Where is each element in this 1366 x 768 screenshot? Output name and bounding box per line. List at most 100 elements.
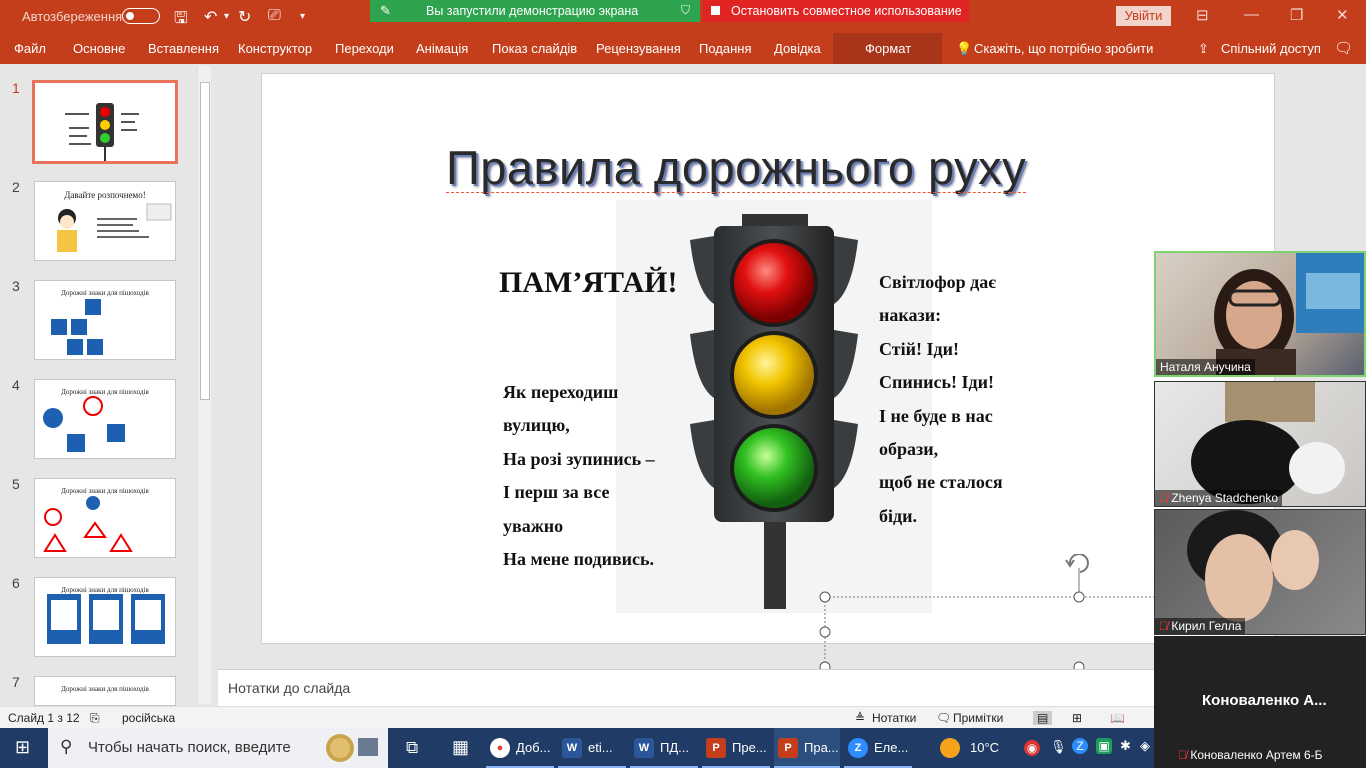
stop-sharing-button[interactable]: Остановить совместное использование — [703, 0, 969, 22]
taskbar-app-powerpoint-2[interactable]: P Пра... — [774, 728, 840, 768]
tray-app-2-icon[interactable]: ◈ — [1140, 738, 1150, 754]
participant-face-image — [1191, 382, 1345, 504]
poem-line: На мене подивись. — [503, 549, 655, 570]
taskbar-app-chrome[interactable]: ● Доб... — [486, 728, 554, 768]
taskbar-app-word-1[interactable]: W eti... — [558, 728, 626, 768]
tab-format[interactable]: Формат — [865, 41, 911, 56]
poem-line: щоб не сталося — [879, 472, 1003, 493]
normal-view-icon[interactable]: ▤ — [1033, 711, 1053, 725]
save-icon[interactable]: 🖫 — [174, 7, 188, 34]
microphone-icon[interactable]: 🎙 — [1050, 739, 1067, 755]
poem-left[interactable]: Як переходиш вулицю, На розі зупинись – … — [503, 376, 655, 576]
poem-right[interactable]: Світлофор дає накази: Стій! Іди! Спинись… — [879, 266, 1003, 533]
lightbulb-icon: 💡 — [956, 41, 973, 56]
notes-toggle[interactable]: Нотатки — [872, 711, 916, 725]
remember-heading[interactable]: ПАМ’ЯТАЙ! — [499, 266, 677, 300]
tab-animations[interactable]: Анімація — [416, 41, 468, 56]
thumb-number: 7 — [12, 674, 20, 690]
weather-icon — [940, 738, 960, 758]
thumb-number: 3 — [12, 278, 20, 294]
participant-video[interactable]: 🎙̸ Кирил Гелла — [1154, 509, 1366, 635]
slide-title[interactable]: Правила дорожнього руху — [446, 140, 1027, 195]
present-from-start-icon[interactable]: ⎚ — [268, 7, 281, 25]
comments-toggle[interactable]: Примітки — [953, 711, 1003, 725]
tab-file[interactable]: Файл — [14, 41, 46, 56]
search-placeholder: Чтобы начать поиск, введите — [88, 739, 291, 756]
participant-full-name: 🎙̸ Коноваленко Артем 6-Б — [1178, 748, 1323, 762]
taskbar-app-zoom[interactable]: Z Еле... — [844, 728, 912, 768]
traffic-light-image[interactable] — [686, 212, 862, 610]
comments-icon[interactable]: 🗨 — [1334, 39, 1353, 57]
participant-name: Наталя Анучина — [1156, 359, 1255, 375]
thumbnail-slide-2[interactable]: Давайте розпочнемо! — [34, 181, 176, 261]
slide-thumbnails-pane: 1 2 Давайте розпочнемо! 3 Дорожні знаки … — [0, 64, 212, 706]
thumbnail-slide-3[interactable]: Дорожні знаки для пішоходів — [34, 280, 176, 360]
redo-icon[interactable]: ↻ — [238, 7, 251, 27]
participant-video-off[interactable]: Коноваленко А... 🎙̸ Коноваленко Артем 6-… — [1154, 636, 1366, 768]
participant-video[interactable]: Наталя Анучина — [1154, 251, 1366, 377]
temperature[interactable]: 10°C — [970, 740, 999, 755]
notification-badge-icon[interactable]: ◉ — [1024, 740, 1040, 756]
screen-share-status: ✎ Вы запустили демонстрацию экрана ⛉ — [370, 0, 700, 22]
maximize-icon[interactable]: ❐ — [1290, 6, 1303, 24]
autosave-label: Автозбереження — [22, 9, 123, 24]
signin-button[interactable]: Увійти — [1116, 6, 1171, 26]
powerpoint-icon: P — [778, 738, 798, 758]
bluetooth-icon[interactable]: ✱ — [1120, 738, 1131, 754]
word-icon: W — [562, 738, 582, 758]
thumbnail-slide-4[interactable]: Дорожні знаки для пішоходів — [34, 379, 176, 459]
tab-insert[interactable]: Вставлення — [148, 41, 219, 56]
spellcheck-icon[interactable]: ⎘ — [90, 711, 100, 726]
tab-home[interactable]: Основне — [73, 41, 125, 56]
share-icon: ⇪ — [1198, 41, 1209, 56]
thumbnail-slide-6[interactable]: Дорожні знаки для пішоходів — [34, 577, 176, 657]
zoom-tray-icon[interactable]: Z — [1072, 738, 1088, 754]
stop-icon — [711, 6, 720, 15]
slide-counter: Слайд 1 з 12 — [8, 711, 80, 725]
taskbar-app-powerpoint-1[interactable]: P Пре... — [702, 728, 770, 768]
chrome-icon: ● — [490, 738, 510, 758]
poem-line: Стій! Іди! — [879, 338, 959, 359]
undo-icon[interactable]: ↶ — [204, 7, 217, 27]
customize-toolbar-icon[interactable]: ▾ — [300, 11, 305, 22]
language-indicator[interactable]: російська — [122, 711, 175, 725]
news-widget-icon — [326, 734, 378, 762]
thumbnails-scrollbar[interactable] — [197, 66, 211, 704]
thumbnail-slide-5[interactable]: Дорожні знаки для пішоходів — [34, 478, 176, 558]
share-button[interactable]: Спільний доступ — [1221, 41, 1321, 56]
undo-dropdown-icon[interactable]: ▾ — [224, 11, 229, 22]
reading-view-icon[interactable]: 📖 — [1110, 711, 1125, 725]
selection-frame[interactable] — [818, 554, 1158, 669]
ribbon-display-icon[interactable]: ⊟ — [1196, 6, 1209, 24]
mic-muted-icon: 🎙̸ — [1159, 491, 1172, 505]
thumbnail-slide-7[interactable]: Дорожні знаки для пішоходів — [34, 676, 176, 706]
calculator-icon[interactable]: ▦ — [452, 737, 469, 758]
poem-line: накази: — [879, 305, 942, 326]
tab-review[interactable]: Рецензування — [596, 41, 681, 56]
shield-check-icon: ⛉ — [680, 3, 690, 17]
taskbar-search[interactable]: ⚲ Чтобы начать поиск, введите — [48, 728, 388, 768]
participant-video[interactable]: 🎙̸ Zhenya Stadchenko — [1154, 381, 1366, 507]
tab-help[interactable]: Довідка — [774, 41, 821, 56]
windows-start-icon[interactable]: ⊞ — [15, 737, 30, 758]
minimize-icon[interactable]: — — [1244, 6, 1259, 23]
tray-app-icon[interactable]: ▣ — [1096, 738, 1112, 754]
taskbar-app-word-2[interactable]: W ПД... — [630, 728, 698, 768]
signs-thumb-icon — [51, 299, 103, 355]
participant-name: 🎙̸ Кирил Гелла — [1155, 618, 1246, 634]
thumb-number: 4 — [12, 377, 20, 393]
tab-design[interactable]: Конструктор — [238, 41, 312, 56]
scrollbar-thumb[interactable] — [200, 82, 210, 400]
tab-view[interactable]: Подання — [699, 41, 752, 56]
thumbnail-slide-1[interactable] — [32, 80, 178, 164]
autosave-toggle[interactable] — [122, 8, 160, 24]
tab-transitions[interactable]: Переходи — [335, 41, 394, 56]
task-view-icon[interactable]: ⧉ — [406, 738, 418, 758]
tell-me-search[interactable]: Скажіть, що потрібно зробити — [974, 41, 1153, 56]
tab-slideshow[interactable]: Показ слайдів — [492, 41, 577, 56]
slide-sorter-icon[interactable]: ⊞ — [1072, 711, 1082, 725]
word-icon: W — [634, 738, 654, 758]
signs-thumb-icon — [43, 496, 133, 552]
participant-display-name: Коноваленко А... — [1202, 692, 1327, 709]
close-icon[interactable]: ✕ — [1336, 6, 1349, 24]
